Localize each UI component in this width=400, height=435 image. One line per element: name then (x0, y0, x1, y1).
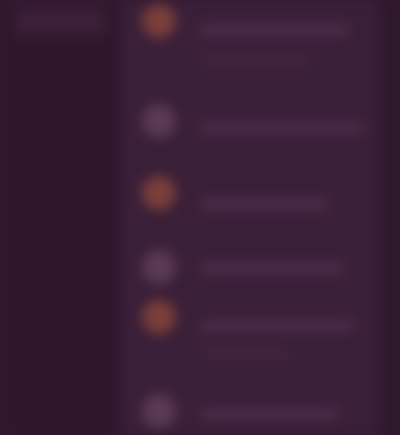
list-item-title (200, 320, 355, 332)
avatar (142, 4, 176, 38)
list-item-title (200, 24, 350, 36)
list-item-title (200, 408, 340, 420)
list-item-title (200, 262, 345, 274)
avatar (142, 176, 176, 210)
avatar (142, 394, 176, 428)
blurred-app (0, 0, 400, 435)
message-list (120, 0, 380, 435)
sidebar-header[interactable] (14, 6, 106, 36)
avatar (142, 300, 176, 334)
list-item-subtitle (200, 56, 310, 66)
list-item-title (200, 198, 330, 210)
avatar (142, 250, 176, 284)
avatar (142, 104, 176, 138)
scrollbar[interactable] (380, 0, 400, 435)
sidebar (0, 0, 120, 435)
list-item-title (200, 122, 365, 134)
list-item-subtitle (200, 348, 290, 358)
